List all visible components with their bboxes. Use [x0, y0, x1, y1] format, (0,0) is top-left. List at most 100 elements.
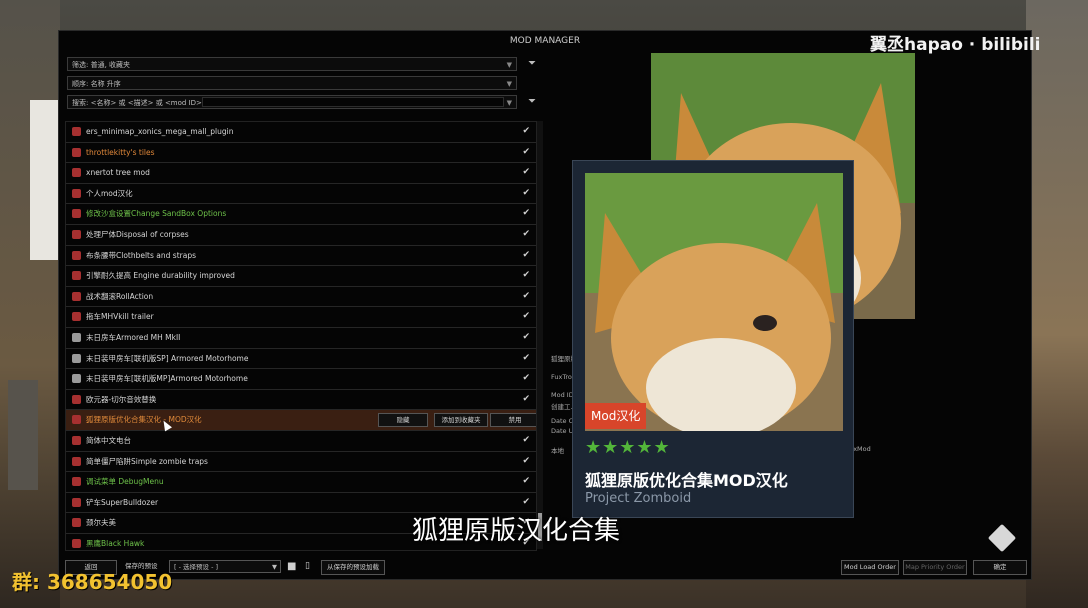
enabled-check-icon[interactable]: ✔: [522, 287, 530, 306]
mod-icon: [72, 168, 81, 178]
enabled-check-icon[interactable]: ✔: [522, 349, 530, 368]
chevron-down-icon: ▼: [506, 61, 512, 69]
hide-button[interactable]: 隐藏: [378, 413, 428, 428]
mod-row[interactable]: xnertot tree mod ✔: [66, 163, 536, 184]
mod-row[interactable]: 简体中文电台 ✔: [66, 431, 536, 452]
mod-name: 处理尸体Disposal of corpses: [86, 229, 189, 239]
chevron-down-icon: ▼: [272, 563, 277, 571]
mod-icon: [72, 291, 81, 301]
background-wall: [30, 100, 60, 260]
mod-tooltip-card: Mod汉化 ★★★★★ 狐狸原版优化合集MOD汉化 Project Zomboi…: [572, 160, 854, 518]
search-field[interactable]: 搜索: <名称> 或 <描述> 或 <mod ID> 包含 ▼: [67, 95, 517, 109]
mod-name: 欧元器-切尔音效替换: [86, 394, 157, 404]
mod-row[interactable]: 处理尸体Disposal of corpses ✔: [66, 225, 536, 246]
mod-row[interactable]: throttlekitty's tiles ✔: [66, 143, 536, 164]
mod-row[interactable]: 末日装甲房车[联机版MP]Armored Motorhome ✔: [66, 369, 536, 390]
mod-icon: [72, 271, 81, 281]
mod-row[interactable]: 末日房车Armored MH MkII ✔: [66, 328, 536, 349]
load-preset-button[interactable]: 从保存的预设加载: [321, 560, 385, 575]
info-line: 本地: [551, 447, 564, 455]
mod-row[interactable]: 修改沙盒设置Change SandBox Options ✔: [66, 204, 536, 225]
mod-name: throttlekitty's tiles: [86, 147, 155, 157]
mod-row[interactable]: 末日装甲房车[联机版SP] Armored Motorhome ✔: [66, 349, 536, 370]
mod-row[interactable]: 布条腰带Clothbelts and straps ✔: [66, 246, 536, 267]
confirm-button[interactable]: 确定: [973, 560, 1027, 575]
background-tower: [8, 380, 38, 490]
mod-list-pane: 筛选: 普通, 收藏夹 ▼ ⏷ 顺序: 名称 升序 ▼ 搜索: <名称> 或 <…: [63, 51, 545, 573]
save-icon[interactable]: ■: [287, 560, 296, 573]
rating-stars: ★★★★★: [585, 437, 671, 458]
mod-icon: [72, 312, 81, 322]
mod-icon: [72, 209, 81, 219]
enabled-check-icon[interactable]: ✔: [522, 143, 530, 162]
mod-manager-window: MOD MANAGER 筛选: 普通, 收藏夹 ▼ ⏷ 顺序: 名称 升序 ▼ …: [58, 30, 1032, 580]
fox-image: [585, 173, 843, 431]
mod-name: ers_minimap_xonics_mega_mall_plugin: [86, 127, 234, 136]
mod-row[interactable]: 战术翻滚RollAction ✔: [66, 287, 536, 308]
tooltip-tag: Mod汉化: [585, 403, 647, 429]
trash-icon[interactable]: ▯: [305, 560, 310, 573]
map-priority-order-button[interactable]: Map Priority Order: [903, 560, 967, 575]
mod-row[interactable]: 狐狸原版优化合集汉化 - MOD汉化 隐藏 添加到收藏夹 禁用: [66, 410, 536, 432]
enabled-check-icon[interactable]: ✔: [522, 204, 530, 223]
enabled-check-icon[interactable]: ✔: [522, 225, 530, 244]
mod-icon: [72, 250, 81, 260]
mod-name: 拖车MHVkill trailer: [86, 312, 154, 322]
enabled-check-icon[interactable]: ✔: [522, 307, 530, 326]
mod-row[interactable]: 引擎耐久提高 Engine durability improved ✔: [66, 266, 536, 287]
disable-button[interactable]: 禁用: [490, 413, 536, 428]
search-label: 搜索: <名称> 或 <描述> 或 <mod ID> 包含: [72, 99, 219, 107]
enabled-check-icon[interactable]: ✔: [522, 452, 530, 471]
enabled-check-icon[interactable]: ✔: [522, 122, 530, 141]
mod-row[interactable]: ers_minimap_xonics_mega_mall_plugin ✔: [66, 122, 536, 143]
preset-select-value: [ - 选择预设 - ]: [174, 563, 219, 571]
mod-icon: [72, 518, 81, 528]
tooltip-image: Mod汉化: [585, 173, 843, 431]
mod-icon: [72, 394, 81, 404]
enabled-check-icon[interactable]: ✔: [522, 431, 530, 450]
mod-name: 铲车SuperBulldozer: [86, 497, 159, 507]
clear-filter-icon[interactable]: ⏷: [525, 95, 539, 109]
filter-icon[interactable]: ⏷: [525, 57, 539, 71]
mod-row[interactable]: 个人mod汉化 ✔: [66, 184, 536, 205]
enabled-check-icon[interactable]: ✔: [522, 266, 530, 285]
background-right: [1026, 0, 1088, 608]
mod-icon: [72, 477, 81, 487]
video-caption: 狐狸原版汉化合集: [412, 516, 621, 546]
mod-name: 简体中文电台: [86, 435, 131, 445]
enabled-check-icon[interactable]: ✔: [522, 369, 530, 388]
enabled-check-icon[interactable]: ✔: [522, 390, 530, 409]
mod-name: xnertot tree mod: [86, 168, 150, 178]
search-input[interactable]: [202, 97, 504, 107]
filter-dropdown[interactable]: 筛选: 普通, 收藏夹 ▼: [67, 57, 517, 71]
sort-dropdown[interactable]: 顺序: 名称 升序 ▼: [67, 76, 517, 90]
mod-icon: [72, 353, 81, 363]
enabled-check-icon[interactable]: ✔: [522, 246, 530, 265]
mod-list-scrollbar[interactable]: [537, 121, 543, 549]
filter-label: 筛选: 普通, 收藏夹: [72, 61, 131, 69]
enabled-check-icon[interactable]: ✔: [522, 472, 530, 491]
mod-name: 简单僵尸陷阱Simple zombie traps: [86, 456, 208, 466]
mod-list: ers_minimap_xonics_mega_mall_plugin ✔ thro…: [65, 121, 537, 551]
preset-select[interactable]: [ - 选择预设 - ] ▼: [169, 560, 281, 573]
mod-row[interactable]: 欧元器-切尔音效替换 ✔: [66, 390, 536, 411]
chevron-down-icon: ▼: [506, 99, 512, 107]
mod-row[interactable]: 简单僵尸陷阱Simple zombie traps ✔: [66, 452, 536, 473]
mod-name: 末日装甲房车[联机版SP] Armored Motorhome: [86, 353, 249, 363]
background-left: [0, 0, 60, 608]
mod-icon: [72, 229, 81, 239]
group-number: 群: 368654050: [12, 570, 173, 594]
mod-name: 战术翻滚RollAction: [86, 291, 154, 301]
add-favorite-button[interactable]: 添加到收藏夹: [434, 413, 488, 428]
mod-row[interactable]: 拖车MHVkill trailer ✔: [66, 307, 536, 328]
mod-row[interactable]: 调试菜单 DebugMenu ✔: [66, 472, 536, 493]
mod-name: 末日房车Armored MH MkII: [86, 332, 181, 342]
mod-name: 引擎耐久提高 Engine durability improved: [86, 271, 235, 281]
enabled-check-icon[interactable]: ✔: [522, 163, 530, 182]
enabled-check-icon[interactable]: ✔: [522, 184, 530, 203]
mod-name: 狐狸原版优化合集汉化 - MOD汉化: [86, 415, 202, 425]
mod-icon: [72, 188, 81, 198]
enabled-check-icon[interactable]: ✔: [522, 493, 530, 512]
enabled-check-icon[interactable]: ✔: [522, 328, 530, 347]
mod-load-order-button[interactable]: Mod Load Order: [841, 560, 899, 575]
